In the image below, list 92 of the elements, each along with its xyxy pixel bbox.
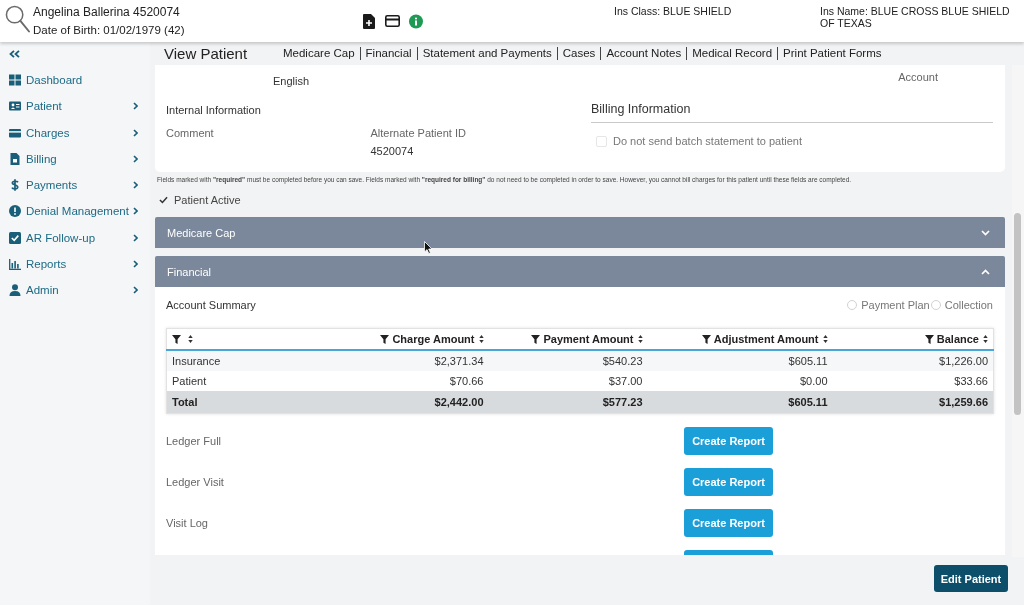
field-label: Comment bbox=[166, 126, 215, 140]
table-cell: $605.11 bbox=[647, 391, 833, 414]
table-cell: $540.23 bbox=[488, 350, 648, 371]
sort-icon[interactable] bbox=[637, 335, 643, 343]
sidebar-item[interactable]: Reports bbox=[0, 250, 150, 277]
sidebar-item[interactable]: Charges bbox=[0, 119, 150, 146]
filter-icon[interactable] bbox=[380, 335, 390, 344]
create-report-button[interactable]: Create Report bbox=[684, 468, 773, 496]
sort-icon[interactable] bbox=[983, 335, 988, 343]
tab[interactable]: Medicare Cap bbox=[278, 47, 360, 60]
tab[interactable]: Print Patient Forms bbox=[777, 47, 887, 60]
checkbox-label: Patient Active bbox=[174, 193, 241, 207]
mouse-pointer-icon bbox=[424, 241, 433, 254]
document-icon bbox=[9, 152, 21, 165]
patient-name: Angelina Ballerina 4520074 bbox=[33, 5, 181, 19]
sort-icon[interactable] bbox=[822, 335, 828, 343]
tab[interactable]: Account Notes bbox=[600, 47, 687, 60]
search-icon[interactable] bbox=[5, 5, 30, 33]
sidebar-item[interactable]: Admin bbox=[0, 277, 150, 304]
filter-icon[interactable] bbox=[172, 335, 181, 344]
tab[interactable]: Cases bbox=[556, 47, 601, 60]
sidebar-item[interactable]: Billing bbox=[0, 145, 150, 172]
field-text: Account bbox=[898, 70, 938, 84]
filter-icon[interactable] bbox=[701, 335, 711, 344]
report-label: Ledger Visit bbox=[166, 476, 225, 488]
chevron-right-icon bbox=[133, 181, 138, 190]
table-cell: $33.66 bbox=[832, 371, 994, 391]
double-chevron-left-icon[interactable] bbox=[9, 49, 20, 58]
table-cell: $2,442.00 bbox=[316, 391, 489, 414]
edit-patient-button[interactable]: Edit Patient bbox=[934, 565, 1008, 592]
date-of-birth: Date of Birth: 01/02/1979 (42) bbox=[33, 23, 186, 37]
report-label: Ledger Full bbox=[166, 435, 223, 447]
field-text: English bbox=[273, 74, 310, 88]
chevron-right-icon bbox=[133, 259, 138, 268]
table-cell: $605.11 bbox=[647, 350, 833, 371]
section-header[interactable]: Financial bbox=[155, 256, 1005, 287]
sidebar-item[interactable]: Payments bbox=[0, 172, 150, 199]
credit-card-icon bbox=[9, 126, 21, 139]
chevron-right-icon bbox=[133, 128, 138, 137]
bar-chart-icon bbox=[9, 257, 21, 270]
option-label: Payment Plan bbox=[861, 299, 930, 311]
create-report-button[interactable]: Create Report bbox=[684, 509, 773, 537]
create-report-button[interactable]: Create Report bbox=[684, 427, 773, 455]
filter-icon[interactable] bbox=[924, 335, 934, 344]
table-cell: $577.23 bbox=[488, 391, 648, 414]
sidebar-item[interactable]: Denial Management bbox=[0, 198, 150, 225]
sidebar-item[interactable]: Patient bbox=[0, 93, 150, 120]
field-label: Alternate Patient ID bbox=[370, 126, 467, 140]
user-icon bbox=[9, 284, 21, 297]
table-cell: $70.66 bbox=[316, 371, 489, 391]
tab[interactable]: Statement and Payments bbox=[416, 47, 557, 60]
field-value: 4520074 bbox=[370, 144, 415, 158]
info-icon[interactable] bbox=[409, 13, 423, 29]
filter-icon[interactable] bbox=[531, 335, 541, 344]
table-cell: $1,259.66 bbox=[832, 391, 994, 414]
section-title: Billing Information bbox=[591, 102, 993, 123]
table-cell: $0.00 bbox=[647, 371, 833, 391]
chevron-right-icon bbox=[133, 102, 138, 111]
sidebar-item[interactable]: AR Follow-up bbox=[0, 224, 150, 251]
table-cell: Patient bbox=[166, 371, 317, 391]
chevron-right-icon bbox=[133, 233, 138, 242]
table-cell: Insurance bbox=[166, 350, 317, 371]
report-label: Visit Log bbox=[166, 517, 209, 529]
ins-class: Ins Class: BLUE SHIELD bbox=[614, 5, 733, 17]
option-label: Collection bbox=[944, 299, 993, 311]
table-cell: Total bbox=[166, 391, 317, 414]
dollar-icon bbox=[9, 179, 21, 192]
add-document-icon[interactable] bbox=[362, 13, 376, 29]
chevron-right-icon bbox=[133, 207, 138, 216]
table-cell: $2,371.34 bbox=[316, 350, 489, 371]
sort-icon[interactable] bbox=[188, 335, 193, 343]
sidebar-item[interactable]: Dashboard bbox=[0, 67, 150, 94]
scrollbar[interactable] bbox=[1012, 65, 1024, 557]
checkbox[interactable] bbox=[158, 194, 169, 206]
tab[interactable]: Medical Record bbox=[686, 47, 778, 60]
ins-name: Ins Name: BLUE CROSS BLUE SHIELD OF TEXAS bbox=[820, 5, 1011, 29]
checkbox-icon bbox=[9, 231, 21, 244]
id-card-icon bbox=[9, 100, 21, 113]
section-header[interactable]: Medicare Cap bbox=[155, 217, 1005, 248]
section-title: Internal Information bbox=[166, 103, 262, 117]
table-cell: $37.00 bbox=[488, 371, 648, 391]
sort-icon[interactable] bbox=[478, 335, 484, 343]
section-title: Account Summary bbox=[166, 299, 256, 311]
checkbox-label: Do not send batch statement to patient bbox=[613, 134, 802, 148]
alert-circle-icon bbox=[9, 205, 21, 218]
table-cell: $1,226.00 bbox=[832, 350, 994, 371]
credit-card-icon[interactable] bbox=[385, 15, 400, 27]
chevron-right-icon bbox=[133, 154, 138, 163]
tab[interactable]: Financial bbox=[359, 47, 417, 60]
page-title: View Patient bbox=[164, 45, 249, 62]
grid-icon bbox=[9, 74, 21, 87]
chevron-right-icon bbox=[133, 286, 138, 295]
